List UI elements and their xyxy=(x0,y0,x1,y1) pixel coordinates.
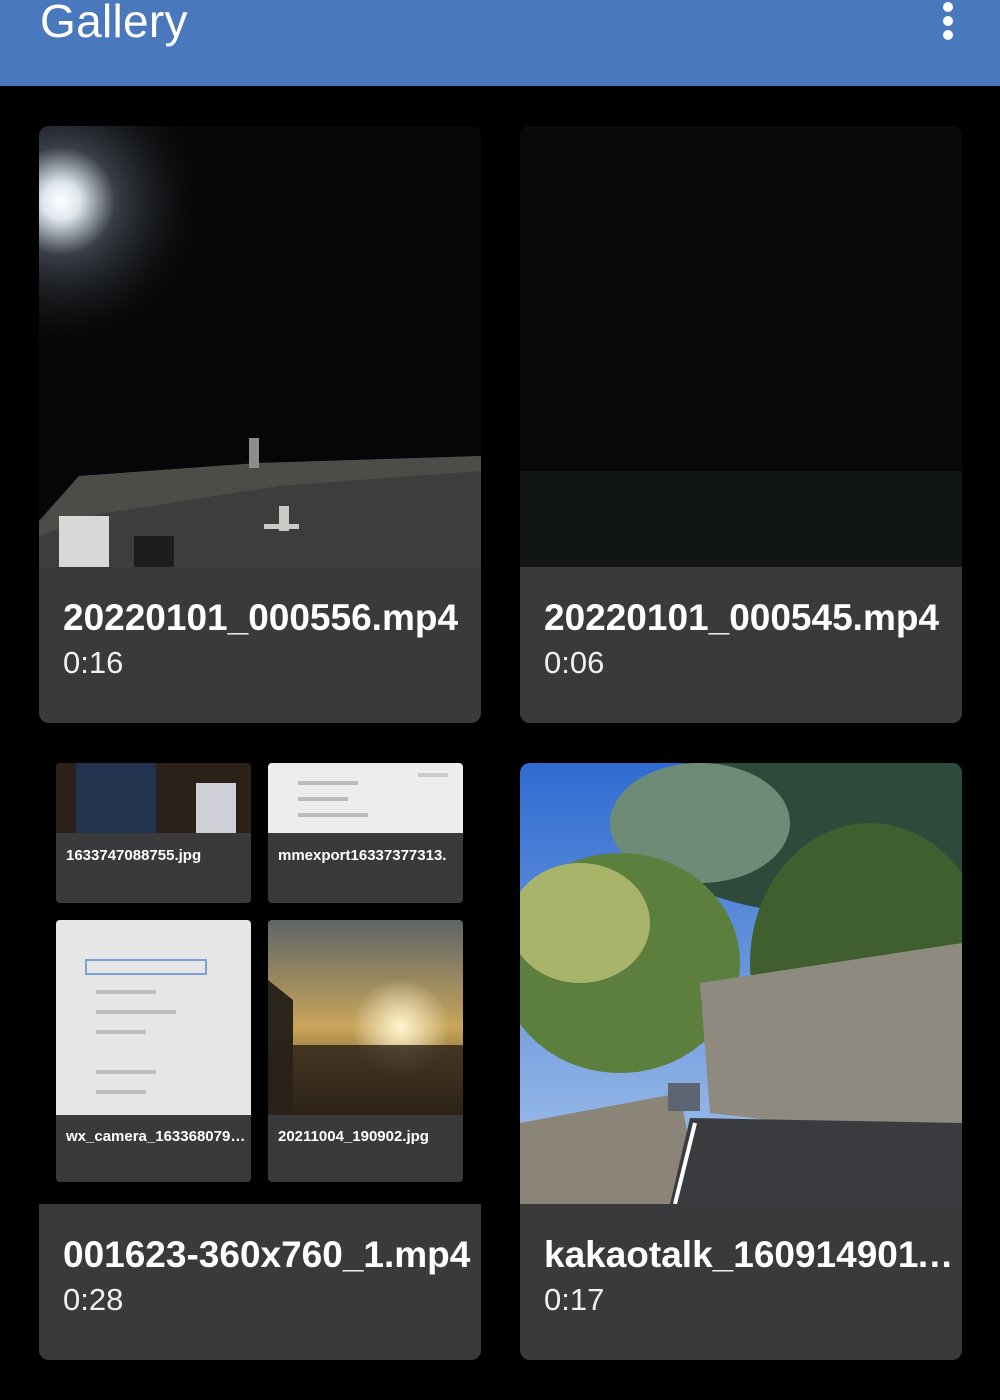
video-card[interactable]: kakaotalk_1609149011… 0:17 xyxy=(520,763,962,1360)
album-tile: mmexport16337377313. xyxy=(268,763,463,903)
video-info: 20220101_000556.mp4 0:16 xyxy=(39,567,481,723)
tile-thumbnail xyxy=(268,920,463,1115)
album-tile: 1633747088755.jpg xyxy=(56,763,251,903)
tile-thumbnail xyxy=(268,763,463,833)
more-vert-icon[interactable] xyxy=(928,0,968,46)
video-duration: 0:16 xyxy=(63,645,124,680)
video-info: 001623-360x760_1.mp4 0:28 xyxy=(39,1204,481,1360)
video-info: 20220101_000545.mp4 0:06 xyxy=(520,567,962,723)
tile-filename: 20211004_190902.jpg xyxy=(278,1128,429,1145)
video-filename: kakaotalk_1609149011… xyxy=(544,1234,956,1275)
app-bar: Gallery xyxy=(0,0,1000,86)
tile-filename: mmexport16337377313. xyxy=(278,847,447,864)
video-duration: 0:28 xyxy=(63,1282,124,1317)
tile-thumbnail xyxy=(56,763,251,833)
album-tile: wx_camera_163368079… xyxy=(56,920,251,1182)
tile-thumbnail xyxy=(56,920,251,1115)
app-title: Gallery xyxy=(40,0,188,47)
video-duration: 0:17 xyxy=(544,1282,605,1317)
video-thumbnail: 1633747088755.jpg mmexport16337377313. w… xyxy=(39,763,481,1204)
video-card[interactable]: 1633747088755.jpg mmexport16337377313. w… xyxy=(39,763,481,1360)
video-info: kakaotalk_1609149011… 0:17 xyxy=(520,1204,962,1360)
video-thumbnail xyxy=(39,126,481,567)
tile-filename: wx_camera_163368079… xyxy=(66,1128,246,1145)
tile-filename: 1633747088755.jpg xyxy=(66,847,202,864)
video-filename: 20220101_000545.mp4 xyxy=(544,597,940,638)
video-duration: 0:06 xyxy=(544,645,605,680)
album-tile: 20211004_190902.jpg xyxy=(268,920,463,1182)
video-card[interactable]: 20220101_000556.mp4 0:16 xyxy=(39,126,481,723)
video-card[interactable]: 20220101_000545.mp4 0:06 xyxy=(520,126,962,723)
video-filename: 20220101_000556.mp4 xyxy=(63,597,459,638)
video-thumbnail xyxy=(520,126,962,567)
video-filename: 001623-360x760_1.mp4 xyxy=(63,1234,471,1275)
video-thumbnail xyxy=(520,763,962,1204)
